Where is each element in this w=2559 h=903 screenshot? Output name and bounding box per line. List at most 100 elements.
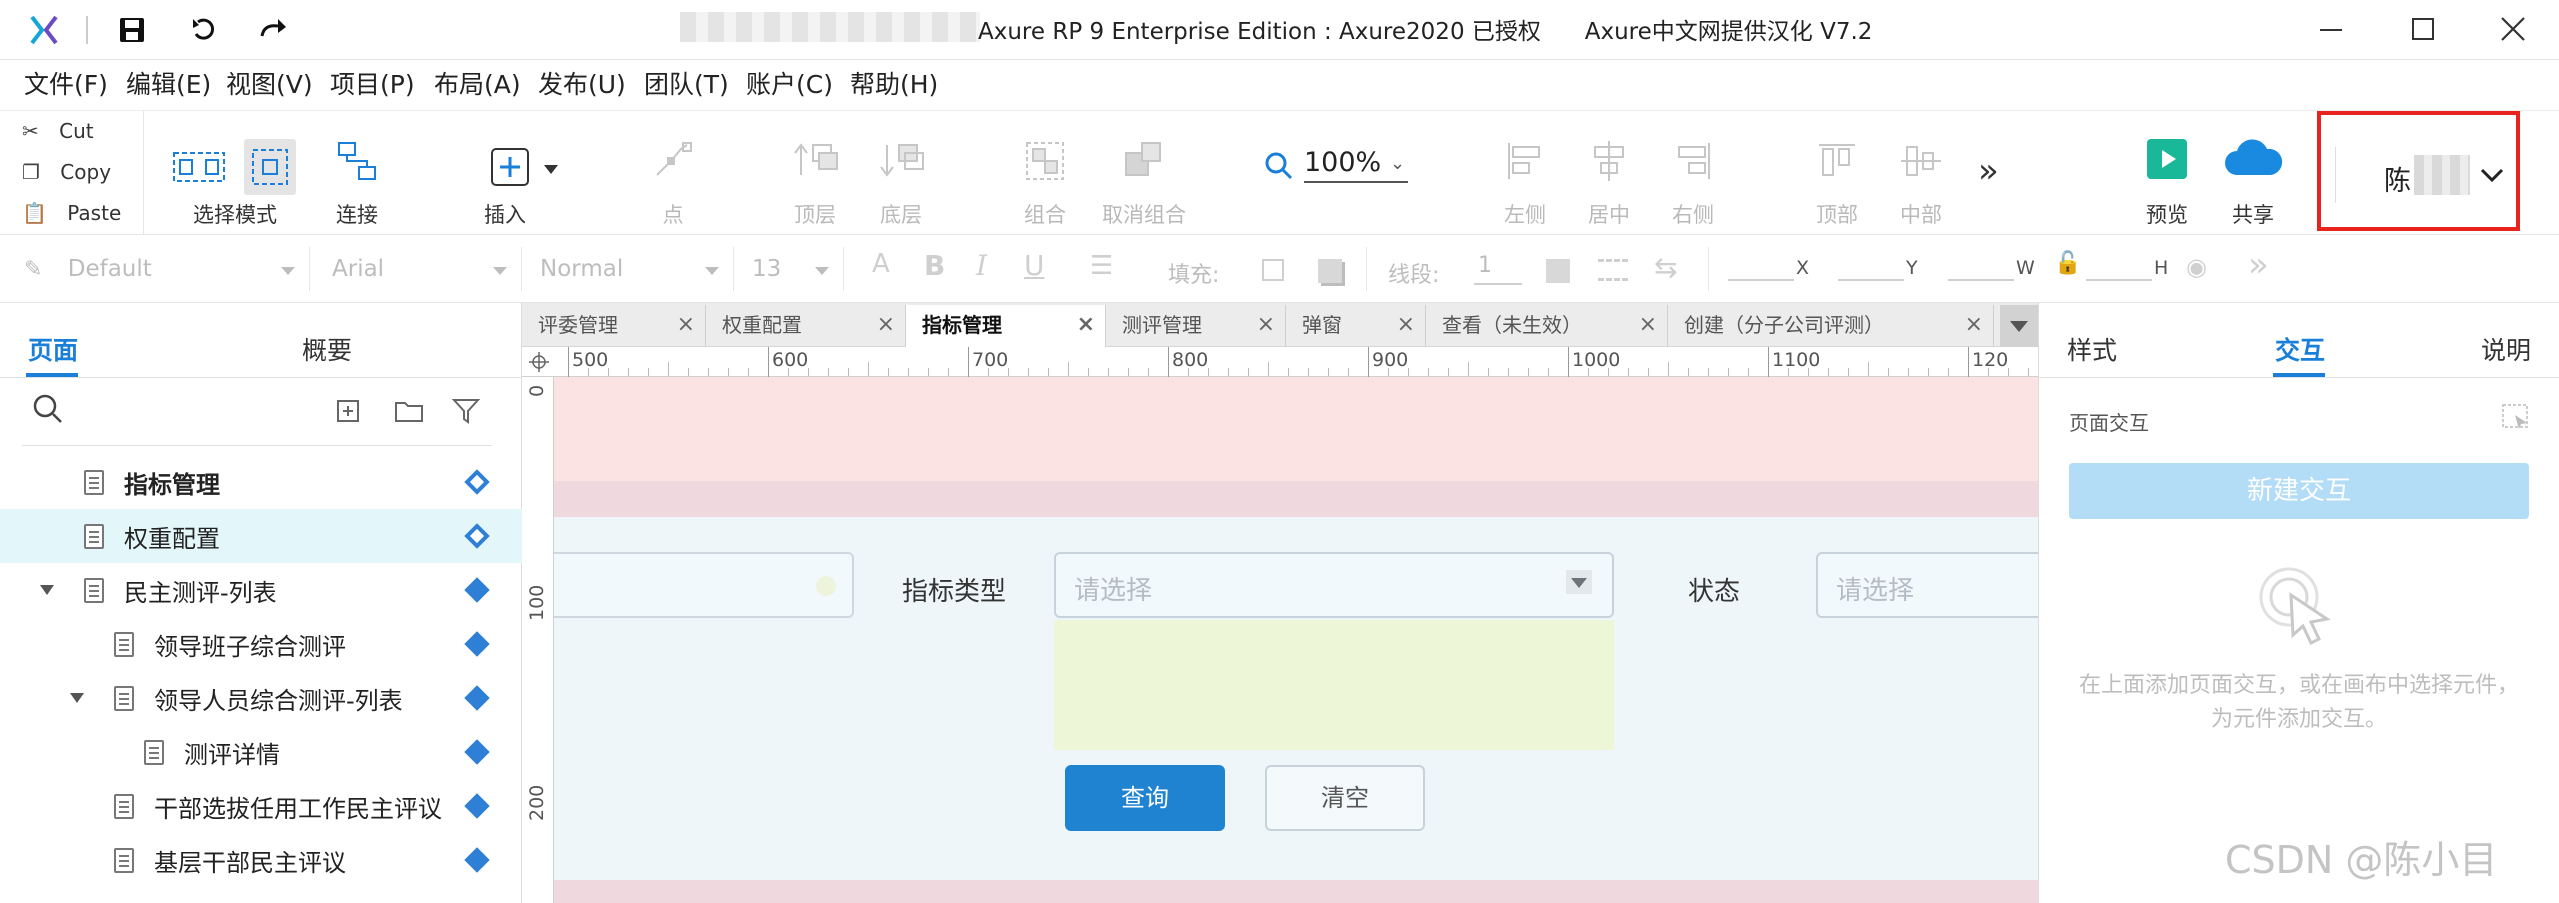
document-tab[interactable]: 测评管理 × bbox=[1106, 305, 1286, 347]
undo-icon[interactable] bbox=[190, 16, 218, 44]
page-tree-item[interactable]: 领导人员综合测评-列表 bbox=[0, 671, 522, 725]
stroke-color-swatch[interactable] bbox=[1546, 259, 1570, 283]
insert-button[interactable]: 插入 bbox=[460, 129, 570, 229]
arrow-style-icon[interactable]: ⇆ bbox=[1654, 251, 1677, 284]
expand-arrow-icon[interactable] bbox=[40, 585, 54, 595]
tab-overflow-button[interactable] bbox=[2000, 305, 2038, 347]
underline-icon[interactable]: U bbox=[1024, 249, 1045, 282]
menu-project[interactable]: 项目(P) bbox=[330, 60, 415, 110]
redo-icon[interactable] bbox=[258, 16, 290, 44]
clear-button[interactable]: 清空 bbox=[1265, 765, 1425, 831]
y-input[interactable] bbox=[1838, 279, 1904, 281]
page-tree-item[interactable]: 测评详情 bbox=[0, 725, 522, 779]
font-color-icon[interactable]: A bbox=[872, 249, 890, 279]
status-select[interactable]: 请选择 bbox=[1816, 552, 2038, 618]
user-name[interactable]: 陈 bbox=[2384, 159, 2411, 198]
point-button[interactable]: 点 bbox=[618, 129, 728, 229]
tab-outline[interactable]: 概要 bbox=[302, 331, 352, 367]
page-tree-item[interactable]: 领导班子综合测评 bbox=[0, 617, 522, 671]
menu-team[interactable]: 团队(T) bbox=[644, 60, 729, 110]
filter-icon[interactable] bbox=[452, 397, 480, 425]
close-tab-icon[interactable]: × bbox=[1077, 305, 1095, 345]
tab-interactions[interactable]: 交互 bbox=[2275, 331, 2325, 367]
bold-icon[interactable]: B bbox=[924, 249, 945, 282]
save-icon[interactable] bbox=[118, 16, 146, 44]
lock-icon[interactable]: 🔓 bbox=[2054, 251, 2081, 276]
stroke-pattern-icon[interactable] bbox=[1598, 259, 1628, 281]
stroke-width-input[interactable]: 1 bbox=[1474, 253, 1522, 285]
tab-style[interactable]: 样式 bbox=[2067, 331, 2117, 367]
menu-publish[interactable]: 发布(U) bbox=[538, 60, 626, 110]
more-tools-icon[interactable]: » bbox=[1978, 151, 1999, 191]
italic-icon[interactable]: I bbox=[976, 249, 987, 282]
style-dropdown[interactable]: ✎ Default bbox=[24, 247, 310, 291]
close-tab-icon[interactable]: × bbox=[877, 305, 895, 345]
ruler-h-label: 900 bbox=[1372, 349, 1409, 371]
menu-layout[interactable]: 布局(A) bbox=[434, 60, 521, 110]
align-middle-button[interactable]: 中部 bbox=[1866, 129, 1976, 229]
maximize-button[interactable] bbox=[2412, 18, 2434, 40]
fill-color-swatch[interactable] bbox=[1262, 259, 1284, 281]
copy-button[interactable]: ❐ Copy bbox=[22, 157, 111, 187]
minimize-button[interactable] bbox=[2320, 18, 2342, 40]
page-tree-item[interactable]: 权重配置 bbox=[0, 509, 522, 563]
expand-arrow-icon[interactable] bbox=[70, 693, 84, 703]
document-tab[interactable]: 评委管理 × bbox=[522, 305, 706, 347]
menu-edit[interactable]: 编辑(E) bbox=[126, 60, 211, 110]
paste-button[interactable]: 📋 Paste bbox=[22, 198, 121, 228]
indicator-type-select[interactable]: 请选择 bbox=[1054, 552, 1614, 618]
zoom-select[interactable]: 100% ⌄ bbox=[1304, 145, 1408, 183]
menu-view[interactable]: 视图(V) bbox=[226, 60, 313, 110]
connect-button[interactable]: 连接 bbox=[302, 129, 412, 229]
ungroup-button[interactable]: 取消组合 bbox=[1084, 129, 1204, 229]
close-tab-icon[interactable]: × bbox=[677, 305, 695, 345]
menu-account[interactable]: 账户(C) bbox=[746, 60, 833, 110]
share-button[interactable]: 共享 bbox=[2198, 129, 2308, 229]
h-input[interactable] bbox=[2086, 279, 2152, 281]
query-button[interactable]: 查询 bbox=[1065, 765, 1225, 831]
close-window-button[interactable] bbox=[2500, 16, 2526, 42]
page-tree-item[interactable]: 民主测评-列表 bbox=[0, 563, 522, 617]
new-interaction-button[interactable]: 新建交互 bbox=[2069, 463, 2529, 519]
tab-notes[interactable]: 说明 bbox=[2481, 331, 2531, 367]
document-tab[interactable]: 权重配置 × bbox=[706, 305, 906, 347]
menu-help[interactable]: 帮助(H) bbox=[850, 60, 938, 110]
close-tab-icon[interactable]: × bbox=[1257, 305, 1275, 345]
user-dropdown-chevron-icon[interactable] bbox=[2480, 167, 2504, 183]
font-dropdown[interactable]: Arial bbox=[310, 247, 522, 291]
visibility-eye-icon[interactable]: ◉ bbox=[2186, 253, 2207, 281]
size-dropdown[interactable]: 13 bbox=[734, 247, 844, 291]
page-tree-item[interactable]: 指标管理 bbox=[0, 455, 522, 509]
send-to-back-button[interactable]: 底层 bbox=[846, 129, 956, 229]
page-tree-item[interactable]: 基层干部民主评议 bbox=[0, 833, 522, 887]
menu-file[interactable]: 文件(F) bbox=[24, 60, 108, 110]
document-tab[interactable]: 指标管理 × bbox=[906, 305, 1106, 348]
close-tab-icon[interactable]: × bbox=[1965, 305, 1983, 345]
weight-dropdown[interactable]: Normal bbox=[522, 247, 734, 291]
document-tab[interactable]: 弹窗 × bbox=[1286, 305, 1426, 347]
cut-button[interactable]: ✂ Cut bbox=[22, 116, 94, 146]
document-tab[interactable]: 创建（分子公司评测） × bbox=[1668, 305, 1994, 347]
select-mode-button[interactable]: 选择模式 bbox=[160, 129, 310, 229]
close-tab-icon[interactable]: × bbox=[1639, 305, 1657, 345]
align-right-button[interactable]: 右侧 bbox=[1638, 129, 1748, 229]
ruler-minor-tick bbox=[908, 368, 909, 376]
interaction-settings-icon[interactable] bbox=[2501, 403, 2531, 431]
add-folder-icon[interactable] bbox=[394, 399, 424, 423]
more-format-icon[interactable]: » bbox=[2248, 245, 2269, 285]
ruler-minor-tick bbox=[1828, 368, 1829, 376]
shadow-icon[interactable] bbox=[1318, 259, 1342, 283]
first-filter-input[interactable] bbox=[554, 552, 854, 618]
document-tab[interactable]: 查看（未生效） × bbox=[1426, 305, 1668, 347]
style-icon: ✎ bbox=[24, 257, 43, 282]
close-tab-icon[interactable]: × bbox=[1397, 305, 1415, 345]
bullet-list-icon[interactable]: ☰ bbox=[1090, 251, 1113, 281]
tab-pages[interactable]: 页面 bbox=[28, 331, 78, 367]
indicator-type-dropdown-panel[interactable] bbox=[1054, 620, 1614, 750]
design-canvas[interactable]: 指标类型 请选择 状态 请选择 查询 清空 bbox=[554, 377, 2038, 903]
add-page-icon[interactable] bbox=[336, 399, 360, 423]
page-tree-item[interactable]: 干部选拔任用工作民主评议 bbox=[0, 779, 522, 833]
w-input[interactable] bbox=[1948, 279, 2014, 281]
search-icon[interactable] bbox=[32, 393, 64, 425]
x-input[interactable] bbox=[1728, 279, 1794, 281]
